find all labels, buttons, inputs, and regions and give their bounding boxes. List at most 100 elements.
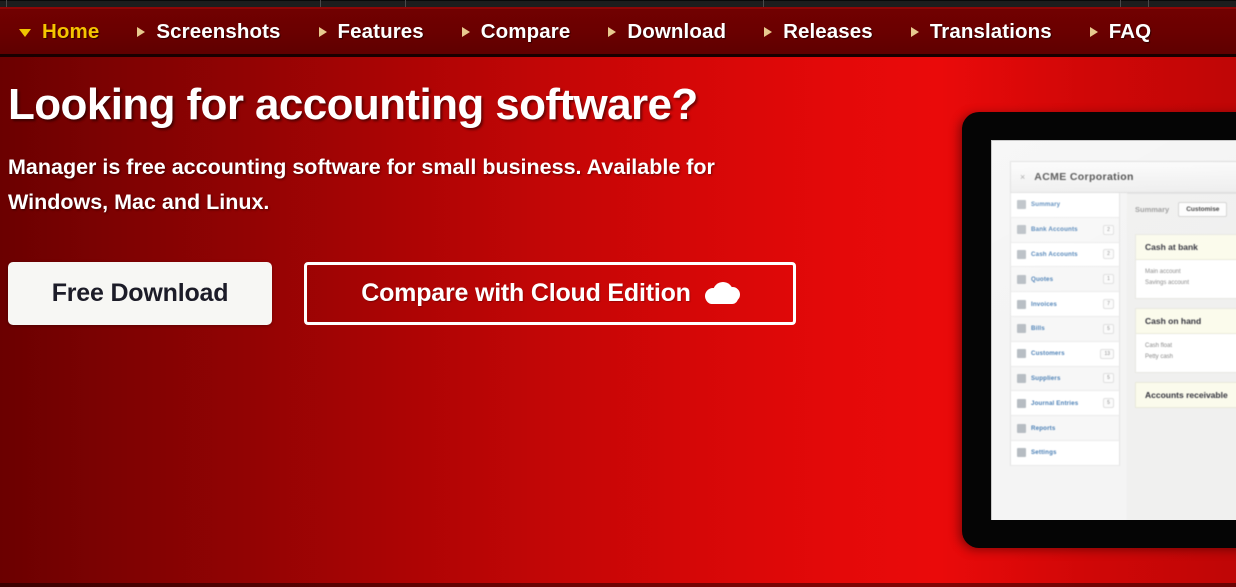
quote-icon [1017, 274, 1026, 284]
sidebar-item-label: Settings [1031, 449, 1057, 457]
sidebar-item-invoices[interactable]: Invoices 7 [1010, 292, 1120, 317]
sidebar-item-summary[interactable]: Summary [1010, 193, 1120, 218]
status-badge [1103, 452, 1114, 454]
nav-item-faq[interactable]: FAQ [1071, 7, 1170, 56]
nav-bottom-shadow [0, 54, 1236, 57]
browser-tab-strip[interactable] [0, 0, 1236, 7]
cloud-icon [704, 282, 740, 305]
page-root: Home Screenshots Features Compare Downlo… [0, 0, 1236, 587]
card-title: Cash at bank [1136, 235, 1236, 260]
nav-top-highlight [0, 7, 1236, 9]
tab-strip-top-edge [0, 0, 1236, 1]
nav-item-label: Download [627, 19, 727, 43]
nav-item-label: Screenshots [156, 19, 281, 43]
nav-item-label: Compare [480, 19, 571, 43]
tab-summary[interactable]: Summary [1135, 205, 1169, 214]
button-label: Free Download [51, 278, 229, 307]
nav-item-label: FAQ [1108, 19, 1152, 43]
compare-cloud-edition-button[interactable]: Compare with Cloud Edition [304, 261, 796, 325]
card-title: Cash on hand [1136, 309, 1236, 335]
customise-button[interactable]: Customise [1178, 202, 1228, 217]
nav-item-list: Home Screenshots Features Compare Downlo… [0, 7, 1170, 56]
sidebar-item-quotes[interactable]: Quotes 1 [1010, 267, 1120, 293]
summary-card: Cash at bank Main account Savings accoun… [1135, 234, 1236, 300]
close-icon[interactable]: × [1020, 172, 1025, 182]
nav-item-compare[interactable]: Compare [443, 7, 590, 56]
main-tab-row: Summary Customise [1135, 202, 1228, 217]
free-download-button[interactable]: Free Download [8, 261, 272, 325]
hero-section: × ACME Corporation Summary Bank Accounts [0, 57, 1236, 587]
tab-divider [320, 0, 321, 7]
customers-icon [1017, 349, 1026, 359]
chevron-right-icon [137, 26, 146, 37]
app-sidebar: Summary Bank Accounts 2 Cash Accounts 2 [1010, 193, 1120, 466]
summary-card-list: Cash at bank Main account Savings accoun… [1135, 234, 1236, 409]
tablet-screen: × ACME Corporation Summary Bank Accounts [991, 140, 1236, 520]
card-body: Main account Savings account [1136, 260, 1236, 298]
nav-item-label: Home [42, 19, 100, 43]
tab-divider [6, 0, 7, 7]
sidebar-item-label: Bank Accounts [1031, 226, 1078, 234]
card-row: Savings account [1145, 280, 1190, 287]
bill-icon [1017, 324, 1026, 334]
hero-subtitle: Manager is free accounting software for … [8, 155, 715, 215]
status-badge: 2 [1103, 224, 1114, 235]
reports-icon [1017, 423, 1026, 433]
summary-card: Cash on hand Cash float Petty cash [1135, 308, 1236, 374]
sidebar-item-bank-accounts[interactable]: Bank Accounts 2 [1010, 217, 1120, 243]
sidebar-item-label: Quotes [1031, 275, 1054, 283]
nav-item-label: Releases [783, 19, 873, 43]
status-badge: 1 [1103, 274, 1114, 285]
sidebar-item-settings[interactable]: Settings [1010, 440, 1120, 466]
main-navigation-bar: Home Screenshots Features Compare Downlo… [0, 7, 1236, 56]
chevron-right-icon [764, 26, 773, 37]
bank-icon [1017, 225, 1026, 235]
cash-icon [1017, 249, 1026, 259]
chevron-right-icon [461, 26, 470, 37]
nav-item-download[interactable]: Download [589, 7, 745, 56]
manager-app-preview: × ACME Corporation Summary Bank Accounts [992, 141, 1236, 520]
sidebar-item-suppliers[interactable]: Suppliers 5 [1010, 366, 1120, 392]
status-badge: 5 [1103, 323, 1114, 334]
chevron-down-icon [19, 29, 31, 37]
invoice-icon [1017, 299, 1026, 309]
card-row: Petty cash [1145, 354, 1174, 361]
nav-item-label: Translations [929, 19, 1052, 43]
hero-content: Looking for accounting software? Manager… [8, 81, 838, 325]
suppliers-icon [1017, 373, 1026, 383]
sidebar-item-label: Suppliers [1031, 374, 1061, 382]
tab-divider [1120, 0, 1121, 7]
nav-item-home[interactable]: Home [0, 7, 118, 56]
nav-item-releases[interactable]: Releases [745, 7, 892, 56]
nav-item-translations[interactable]: Translations [892, 7, 1071, 56]
tab-divider [763, 0, 764, 7]
card-row: Cash float [1145, 343, 1173, 350]
sidebar-item-reports[interactable]: Reports [1010, 416, 1120, 441]
sidebar-item-label: Journal Entries [1031, 399, 1079, 407]
gear-icon [1017, 448, 1026, 458]
status-badge: 5 [1103, 398, 1114, 409]
hero-button-group: Free Download Compare with Cloud Edition [8, 261, 838, 325]
sidebar-item-cash-accounts[interactable]: Cash Accounts 2 [1010, 242, 1120, 268]
status-badge: 13 [1100, 348, 1114, 359]
chevron-right-icon [1089, 26, 1098, 37]
sidebar-item-bills[interactable]: Bills 5 [1010, 316, 1120, 342]
nav-item-label: Features [337, 19, 424, 43]
status-badge [1103, 427, 1114, 429]
chevron-right-icon [608, 26, 617, 37]
sidebar-item-label: Customers [1031, 350, 1065, 358]
app-main-panel: Summary Customise Cash at bank Main acco… [1127, 193, 1236, 520]
card-body: Cash float Petty cash [1136, 334, 1236, 372]
sidebar-item-label: Bills [1031, 325, 1045, 333]
sidebar-item-customers[interactable]: Customers 13 [1010, 341, 1120, 367]
status-badge [1103, 204, 1114, 206]
monitor-icon [1017, 200, 1026, 210]
sidebar-item-journal-entries[interactable]: Journal Entries 5 [1010, 391, 1120, 417]
journal-icon [1017, 398, 1026, 408]
nav-item-screenshots[interactable]: Screenshots [118, 7, 299, 56]
tab-divider [1148, 0, 1149, 7]
chevron-right-icon [910, 26, 919, 37]
status-badge: 7 [1103, 299, 1114, 310]
nav-item-features[interactable]: Features [300, 7, 443, 56]
tab-divider [405, 0, 406, 7]
